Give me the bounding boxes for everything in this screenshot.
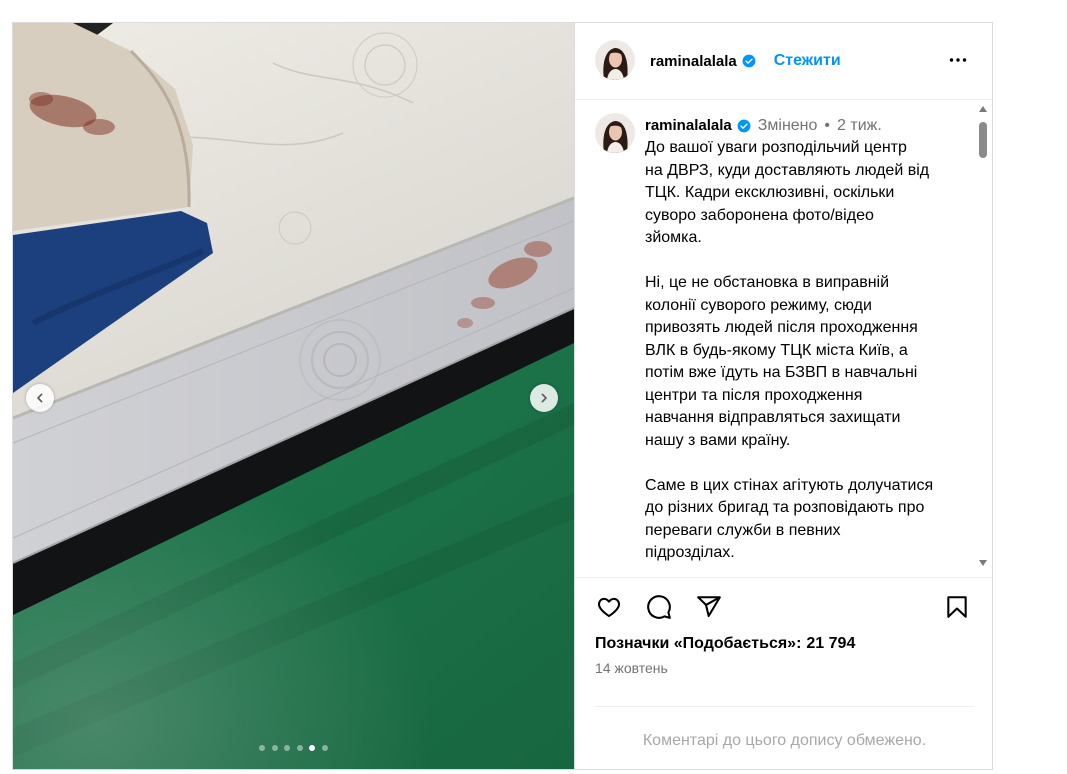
caption-scrollbar[interactable] bbox=[977, 100, 989, 577]
blood-stain bbox=[29, 92, 53, 106]
carousel-dot[interactable] bbox=[309, 745, 316, 751]
bookmark-icon bbox=[947, 596, 967, 618]
carousel-dot[interactable] bbox=[321, 745, 328, 751]
carousel-dots bbox=[13, 745, 574, 751]
blood-stain bbox=[83, 119, 115, 135]
avatar[interactable] bbox=[595, 40, 635, 80]
post-media-carousel[interactable] bbox=[13, 23, 574, 769]
post-header: raminalalala Стежити bbox=[575, 23, 992, 100]
carousel-prev-button[interactable] bbox=[26, 384, 54, 412]
edited-label: Змінено bbox=[757, 117, 818, 134]
caption-area[interactable]: raminalalala Змінено • 2 тиж. До вашої у… bbox=[575, 100, 992, 577]
caption-paragraph: Саме в цих стінах агітують долучатися до… bbox=[645, 476, 934, 562]
caption-text: До вашої уваги розподільчий центр на ДВР… bbox=[645, 137, 971, 577]
likes-number: 21 794 bbox=[806, 635, 856, 652]
like-button[interactable] bbox=[596, 594, 622, 620]
post-photo bbox=[13, 23, 574, 769]
chevron-right-icon bbox=[541, 393, 547, 403]
comments-disabled-notice: Коментарі до цього допису обмежено. bbox=[642, 732, 927, 749]
post-side-panel: raminalalala Стежити raminalalala Змінен… bbox=[574, 23, 992, 769]
blood-stain bbox=[457, 318, 473, 328]
carousel-next-button[interactable] bbox=[530, 384, 558, 412]
scrollbar-thumb[interactable] bbox=[979, 122, 987, 158]
verified-badge-icon bbox=[737, 119, 751, 133]
scroll-down-arrow-icon[interactable] bbox=[979, 560, 987, 566]
meta-separator: • bbox=[824, 117, 831, 134]
post-card: raminalalala Стежити raminalalala Змінен… bbox=[12, 22, 993, 770]
carousel-dot[interactable] bbox=[259, 745, 266, 751]
username-link[interactable]: raminalalala bbox=[650, 53, 737, 70]
blood-stain bbox=[471, 297, 495, 309]
more-options-icon[interactable] bbox=[946, 48, 970, 72]
divider bbox=[595, 706, 974, 707]
caption-username-link[interactable]: raminalalala bbox=[645, 115, 732, 137]
likes-count[interactable]: Позначки «Подобається»: 21 794 bbox=[595, 634, 855, 654]
avatar[interactable] bbox=[595, 113, 635, 153]
header-user-row: raminalalala Стежити bbox=[650, 23, 841, 99]
caption-header: raminalalala Змінено • 2 тиж. bbox=[645, 115, 882, 137]
save-button[interactable] bbox=[944, 594, 970, 620]
carousel-dot[interactable] bbox=[271, 745, 278, 751]
chevron-left-icon bbox=[37, 393, 43, 403]
share-button[interactable] bbox=[696, 594, 722, 620]
heart-icon bbox=[598, 597, 620, 618]
likes-label: Позначки «Подобається»: bbox=[595, 635, 802, 652]
caption-paragraph: До вашої уваги розподільчий центр на ДВР… bbox=[645, 139, 930, 246]
scroll-up-arrow-icon[interactable] bbox=[979, 106, 987, 112]
comment-icon bbox=[647, 595, 671, 619]
carousel-dot[interactable] bbox=[284, 745, 291, 751]
verified-badge-icon bbox=[742, 54, 756, 68]
caption-paragraph: Ні, це не обстановка в виправній колонії… bbox=[645, 274, 918, 449]
blood-stain bbox=[524, 241, 552, 257]
post-date[interactable]: 14 жовтень bbox=[595, 659, 668, 677]
comment-button[interactable] bbox=[646, 594, 672, 620]
carousel-dot[interactable] bbox=[296, 745, 303, 751]
post-time[interactable]: 2 тиж. bbox=[837, 115, 882, 137]
post-actions: Позначки «Подобається»: 21 794 14 жовтень… bbox=[575, 577, 992, 769]
share-icon bbox=[697, 596, 721, 618]
follow-button[interactable]: Стежити bbox=[774, 52, 841, 70]
